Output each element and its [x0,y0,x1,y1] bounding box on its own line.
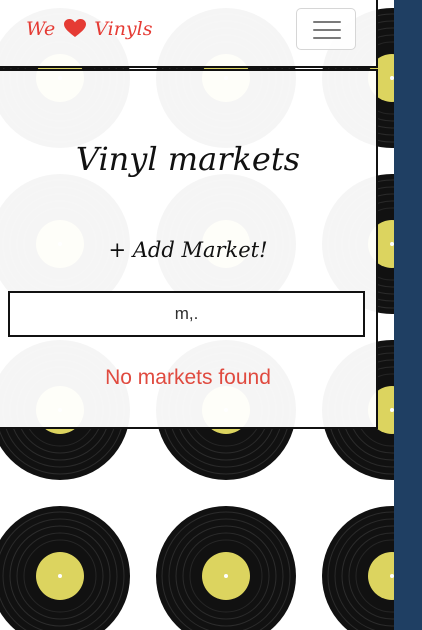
add-market-link[interactable]: + Add Market! [0,234,376,266]
markets-panel: Vinyl markets + Add Market! No markets f… [0,69,378,429]
market-search-input[interactable] [8,291,365,337]
brand-text-left: We [26,18,56,40]
hamburger-menu-button[interactable] [296,8,356,50]
brand-link[interactable]: We Vinyls [26,16,153,42]
vinyl-record [0,505,131,630]
hamburger-menu-icon [313,37,341,39]
page-root: We Vinyls Vinyl markets + Add Market! No… [0,0,422,630]
heart-icon-svg [64,19,87,37]
heart-icon [63,18,87,38]
vinyl-record [321,505,394,630]
hamburger-menu-icon [313,21,341,23]
vinyl-record [155,505,297,630]
hamburger-menu-icon [313,29,341,31]
page-title: Vinyl markets [75,140,301,178]
right-edge-rail [394,0,422,630]
empty-state-message: No markets found [105,366,271,389]
brand-text-right: Vinyls [94,18,153,40]
top-navbar: We Vinyls [0,0,378,68]
